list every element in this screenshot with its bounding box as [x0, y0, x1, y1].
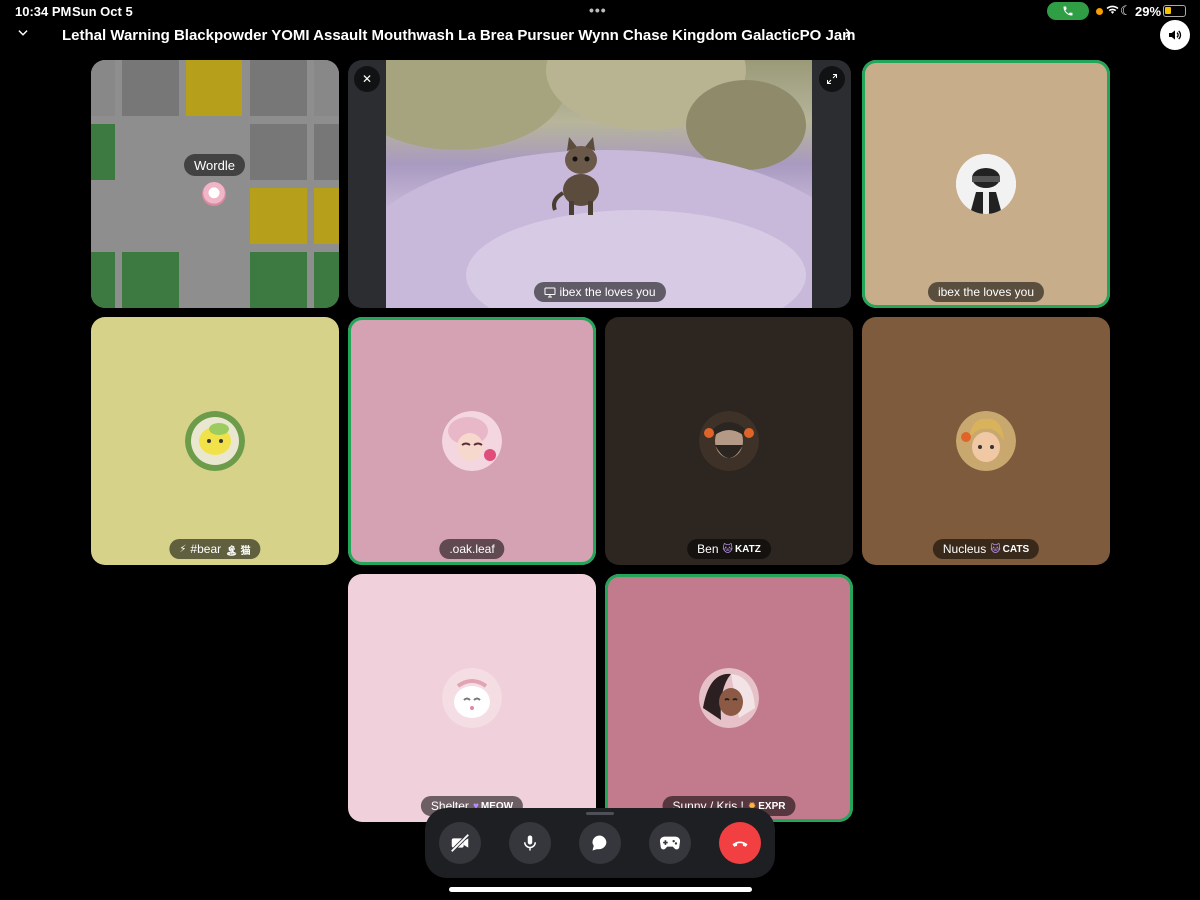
status-time: 10:34 PM [15, 4, 72, 19]
tile-bear[interactable]: ⚡ #bear 🏝 猫 [91, 317, 339, 565]
channel-title[interactable]: Lethal Warning Blackpowder YOMI Assault … [62, 27, 856, 44]
participant-name: Nucleus [942, 542, 987, 556]
microphone-icon [524, 835, 536, 851]
participant-nametag: ibex the loves you [927, 282, 1045, 302]
cat-icon: 🐱 [722, 543, 733, 555]
camera-off-icon [450, 833, 470, 853]
avatar [956, 154, 1016, 214]
participant-name: .oak.leaf [449, 542, 495, 556]
tile-nucleus[interactable]: Nucleus 🐱 CATS [862, 317, 1110, 565]
participant-prefix: ⚡ [179, 543, 187, 555]
fullscreen-icon[interactable] [819, 66, 845, 92]
home-indicator[interactable] [449, 887, 752, 892]
monitor-icon [543, 287, 555, 297]
avatar [956, 411, 1016, 471]
stream-owner-name: ibex the loves you [559, 285, 656, 299]
avatar [442, 411, 502, 471]
chevron-right-icon[interactable] [842, 25, 854, 45]
participant-nametag: Nucleus 🐱 CATS [932, 539, 1040, 559]
chevron-down-icon[interactable] [16, 26, 30, 44]
recording-indicator [1096, 8, 1103, 15]
chat-bubble-icon [592, 835, 607, 851]
call-controls [425, 808, 775, 878]
tile-ibex[interactable]: ibex the loves you [862, 60, 1110, 308]
tile-shelter[interactable]: Shelter ♥ MEOW [348, 574, 596, 822]
server-tag: 🐱 KATZ [722, 543, 761, 555]
participant-nametag: Ben 🐱 KATZ [687, 539, 771, 559]
call-header: Lethal Warning Blackpowder YOMI Assault … [0, 24, 1200, 50]
activities-button[interactable] [649, 822, 691, 864]
server-tag: 🐱 CATS [990, 543, 1030, 555]
tile-sunny[interactable]: Sunny / Kris ! ✹ EXPR [605, 574, 853, 822]
participant-name: Ben [697, 542, 719, 556]
gamepad-icon [659, 836, 681, 850]
tile-screenshare[interactable]: ✕ ibex the loves you [348, 60, 851, 308]
avatar [699, 411, 759, 471]
tile-ben[interactable]: Ben 🐱 KATZ [605, 317, 853, 565]
wifi-icon [1106, 4, 1119, 18]
participant-name: #bear [190, 542, 222, 556]
avatar [185, 411, 245, 471]
activity-label: Wordle [184, 154, 245, 176]
battery-percent: 29% [1135, 4, 1162, 19]
drag-handle[interactable] [586, 812, 614, 815]
call-active-icon[interactable] [1047, 2, 1089, 20]
status-bar: 10:34 PM Sun Oct 5 ••• ☾ 29% [0, 0, 1200, 24]
avatar [202, 182, 226, 206]
stream-video [386, 60, 812, 308]
moon-icon: ☾ [1120, 3, 1132, 18]
tile-oakleaf[interactable]: .oak.leaf [348, 317, 596, 565]
camera-toggle-button[interactable] [439, 822, 481, 864]
kitten-image [552, 137, 599, 215]
chat-button[interactable] [579, 822, 621, 864]
stream-nametag: ibex the loves you [533, 282, 666, 302]
avatar [699, 668, 759, 728]
participant-suffix: 🏝 猫 [225, 545, 251, 557]
hangup-button[interactable] [719, 822, 761, 864]
phone-hangup-icon [732, 841, 748, 847]
cat-icon: 🐱 [990, 543, 1001, 555]
speaker-icon[interactable] [1160, 20, 1190, 50]
mic-toggle-button[interactable] [509, 822, 551, 864]
multitask-dots-icon[interactable]: ••• [589, 2, 607, 18]
battery-icon [1163, 5, 1186, 17]
tile-wordle[interactable]: Wordle [91, 60, 339, 308]
close-icon[interactable]: ✕ [354, 66, 380, 92]
participant-nametag: ⚡ #bear 🏝 猫 [169, 539, 261, 559]
participant-name: ibex the loves you [937, 285, 1035, 299]
participant-nametag: .oak.leaf [439, 539, 505, 559]
status-date: Sun Oct 5 [72, 4, 133, 19]
avatar [442, 668, 502, 728]
